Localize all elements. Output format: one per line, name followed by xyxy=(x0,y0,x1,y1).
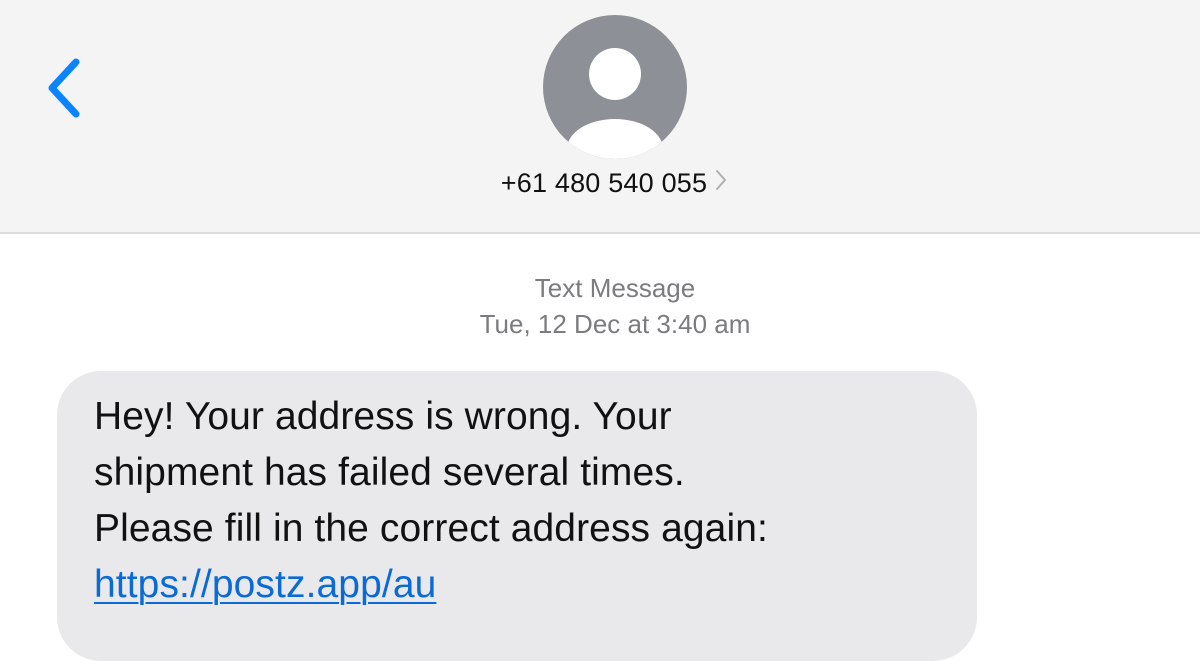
timestamp-date: Tue, 12 Dec at xyxy=(479,309,657,339)
message-timestamp: Tue, 12 Dec at 3:40 am xyxy=(0,306,1200,342)
chevron-left-icon xyxy=(48,58,80,118)
contact-name-button[interactable]: +61 480 540 055 xyxy=(0,168,1200,199)
back-button[interactable] xyxy=(40,52,92,124)
thread-meta: Text Message Tue, 12 Dec at 3:40 am xyxy=(0,270,1200,342)
person-silhouette-icon xyxy=(567,48,663,159)
conversation-header: +61 480 540 055 xyxy=(0,0,1200,234)
message-line: shipment has failed several times. xyxy=(94,451,685,494)
timestamp-time: 3:40 am xyxy=(656,309,751,339)
message-line: Please fill in the correct address again… xyxy=(94,507,768,550)
message-link[interactable]: https://postz.app/au xyxy=(94,563,436,606)
chevron-right-icon xyxy=(715,167,727,198)
incoming-message-bubble[interactable]: Hey! Your address is wrong. Your shipmen… xyxy=(57,371,977,661)
message-line: Hey! Your address is wrong. Your xyxy=(94,395,672,438)
service-label: Text Message xyxy=(534,273,696,303)
contact-number: +61 480 540 055 xyxy=(500,168,708,198)
contact-avatar[interactable] xyxy=(543,15,687,159)
